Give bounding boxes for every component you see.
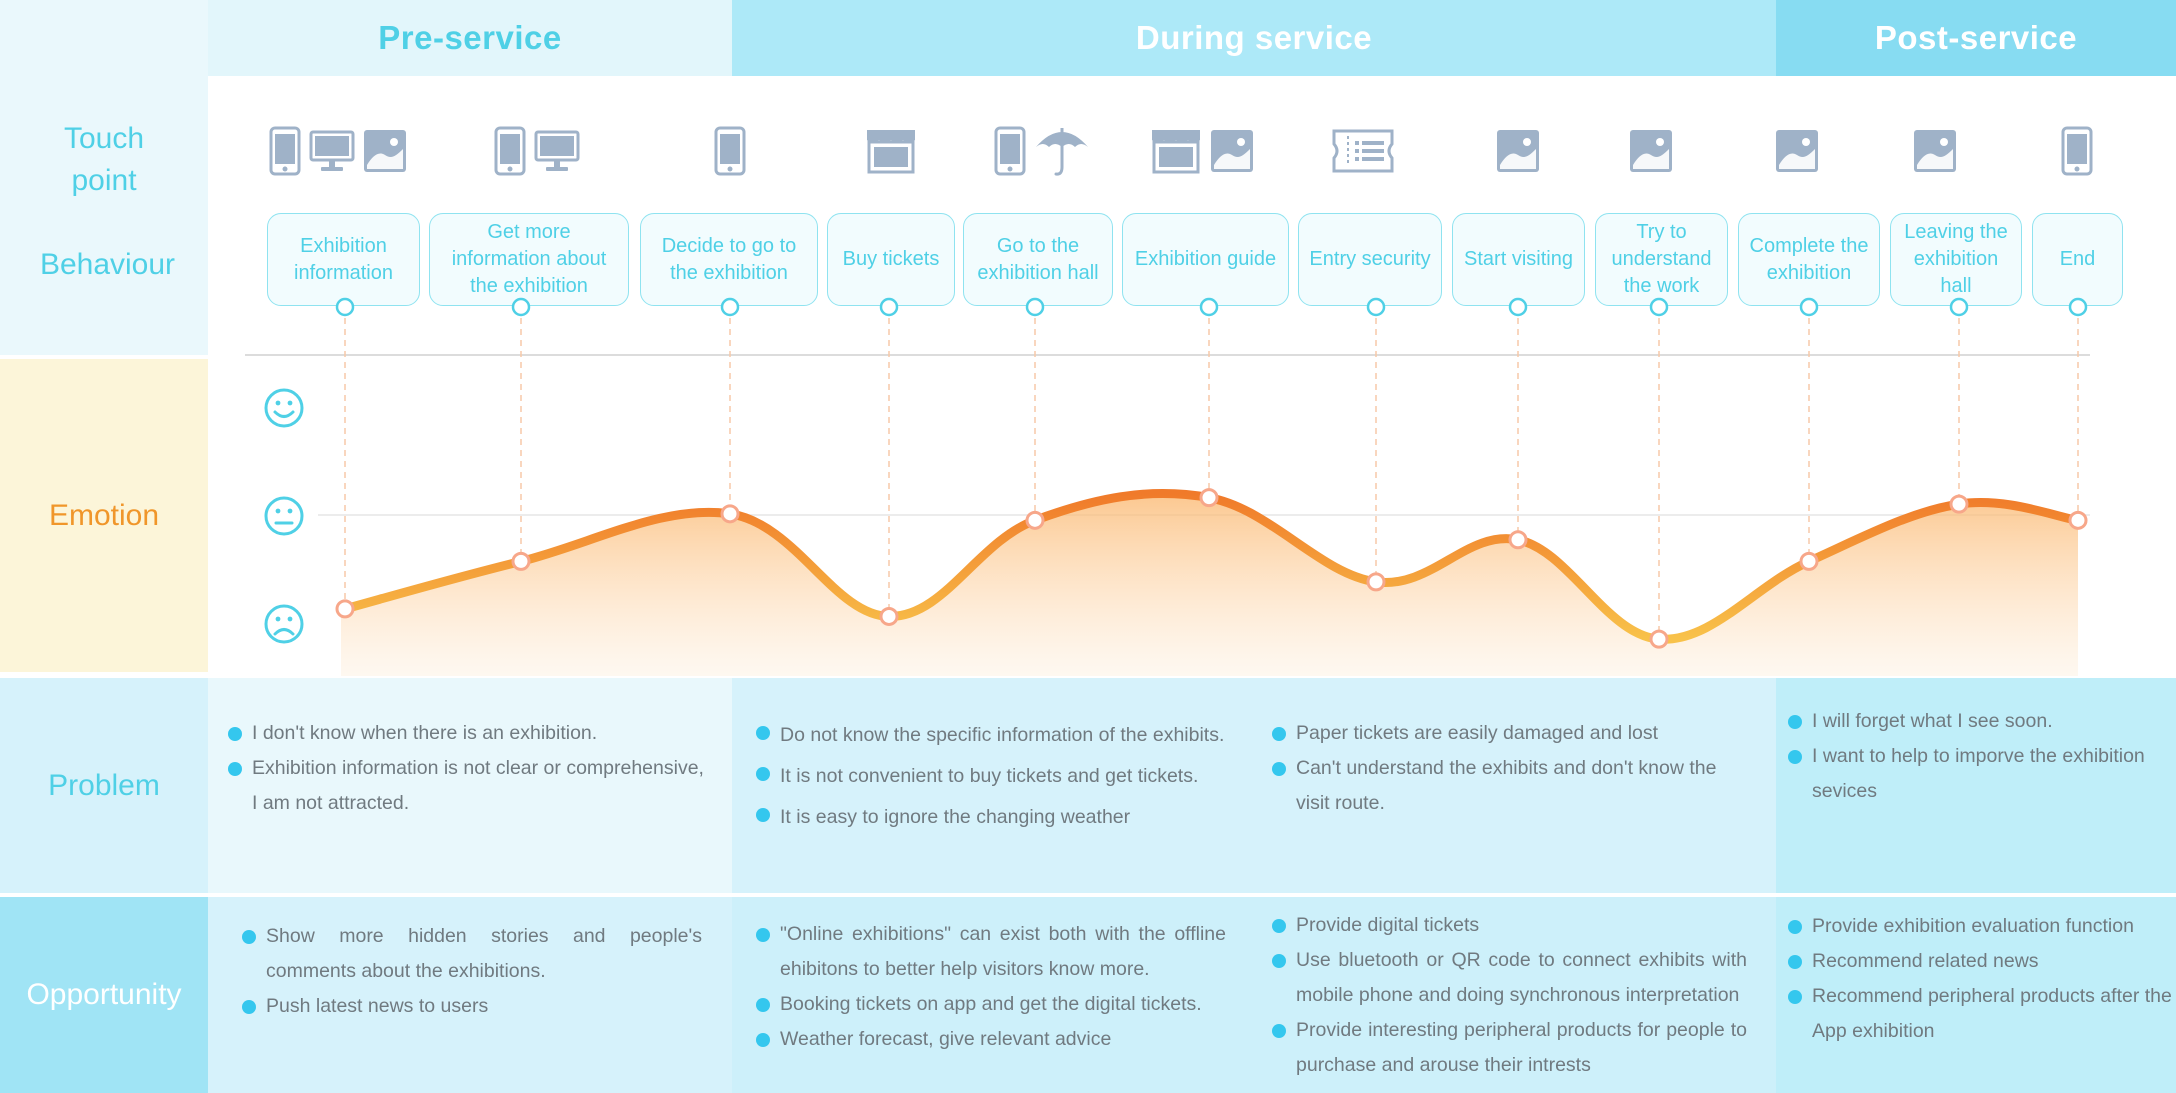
problem-list-during-service-a: Do not know the specific information of … xyxy=(756,715,1256,838)
problem-list-post-service: I will forget what I see soon. I want to… xyxy=(1788,704,2168,809)
emotion-point xyxy=(511,551,531,571)
behaviour-anchor-point xyxy=(1199,297,1219,317)
behaviour-anchor-point xyxy=(1649,297,1669,317)
opportunity-list-pre-service: Show more hidden stories and people's co… xyxy=(242,919,702,1024)
emotion-point xyxy=(1649,629,1669,649)
emotion-point xyxy=(2068,510,2088,530)
emotion-scale xyxy=(264,388,304,644)
problem-item: It is easy to ignore the changing weathe… xyxy=(756,797,1256,838)
problem-label: Problem xyxy=(48,768,160,802)
opportunity-item: Recommend related news xyxy=(1788,944,2176,979)
emotion-point xyxy=(1025,510,1045,530)
behaviour-anchor-points xyxy=(335,297,2088,317)
opportunity-label: Opportunity xyxy=(26,978,182,1011)
opportunity-item: Use bluetooth or QR code to connect exhi… xyxy=(1272,943,1747,1013)
opportunity-item: Show more hidden stories and people's co… xyxy=(242,919,702,989)
behaviour-anchor-point xyxy=(2068,297,2088,317)
problem-item: Can't understand the exhibits and don't … xyxy=(1272,751,1742,821)
opportunity-item: Provide exhibition evaluation function xyxy=(1788,909,2176,944)
behaviour-anchor-point xyxy=(511,297,531,317)
opportunity-item: Recommend peripheral products after the … xyxy=(1788,979,2176,1049)
behaviour-anchor-point xyxy=(1508,297,1528,317)
opportunity-item: Provide interesting peripheral products … xyxy=(1272,1013,1747,1083)
opportunity-list-during-service-a: "Online exhibitions" can exist both with… xyxy=(756,917,1226,1057)
sad-face-icon xyxy=(264,604,304,644)
behaviour-anchor-point xyxy=(879,297,899,317)
emotion-point xyxy=(1799,551,1819,571)
problem-item: I don't know when there is an exhibition… xyxy=(228,716,706,751)
problem-item: Do not know the specific information of … xyxy=(756,715,1256,756)
emotion-point xyxy=(879,606,899,626)
emotion-area-fill xyxy=(341,493,2078,676)
problem-item: I will forget what I see soon. xyxy=(1788,704,2168,739)
emotion-point xyxy=(720,504,740,524)
behaviour-anchor-point xyxy=(1025,297,1045,317)
problem-item: Exhibition information is not clear or c… xyxy=(228,751,706,821)
happy-face-icon xyxy=(264,388,304,428)
behaviour-anchor-point xyxy=(335,297,355,317)
opportunity-item: Booking tickets on app and get the digit… xyxy=(756,987,1226,1022)
emotion-point xyxy=(1366,572,1386,592)
opportunity-item: Provide digital tickets xyxy=(1272,908,1747,943)
emotion-point xyxy=(1508,530,1528,550)
behaviour-anchor-point xyxy=(1366,297,1386,317)
opportunity-list-during-service-b: Provide digital tickets Use bluetooth or… xyxy=(1272,908,1747,1083)
problem-list-during-service-b: Paper tickets are easily damaged and los… xyxy=(1272,716,1742,821)
opportunity-list-post-service: Provide exhibition evaluation function R… xyxy=(1788,909,2176,1049)
opportunity-item: Push latest news to users xyxy=(242,989,702,1024)
behaviour-anchor-point xyxy=(720,297,740,317)
behaviour-anchor-point xyxy=(1799,297,1819,317)
problem-label-cell: Problem xyxy=(0,678,208,893)
opportunity-item: Weather forecast, give relevant advice xyxy=(756,1022,1226,1057)
problem-item: It is not convenient to buy tickets and … xyxy=(756,756,1256,797)
neutral-face-icon xyxy=(264,496,304,536)
opportunity-label-cell: Opportunity xyxy=(0,897,208,1093)
behaviour-anchor-point xyxy=(1949,297,1969,317)
emotion-point xyxy=(335,599,355,619)
problem-list-pre-service: I don't know when there is an exhibition… xyxy=(228,716,706,821)
emotion-point xyxy=(1949,494,1969,514)
emotion-curve-chart xyxy=(245,297,2090,676)
problem-item: Paper tickets are easily damaged and los… xyxy=(1272,716,1742,751)
emotion-point xyxy=(1199,488,1219,508)
opportunity-item: "Online exhibitions" can exist both with… xyxy=(756,917,1226,987)
problem-item: I want to help to imporve the exhibition… xyxy=(1788,739,2168,809)
